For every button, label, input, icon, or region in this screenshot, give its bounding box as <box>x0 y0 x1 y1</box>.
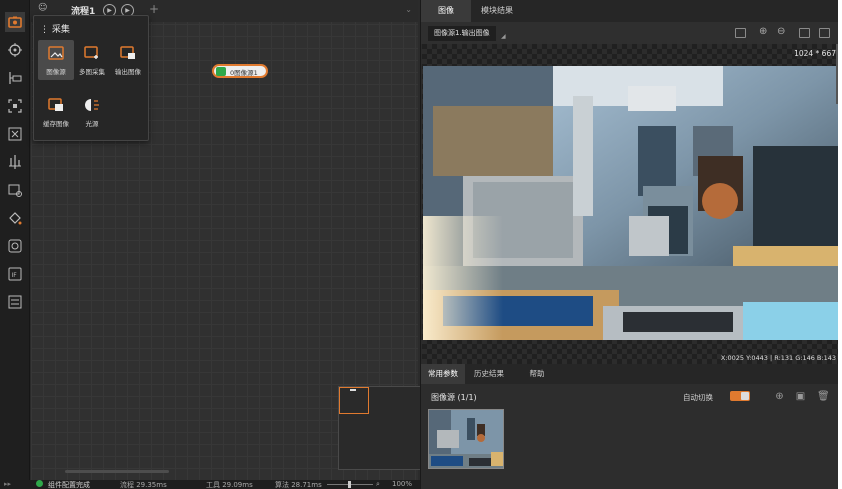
tool-light-source[interactable]: 光源 <box>74 92 110 132</box>
auto-switch-label: 自动切换 <box>683 393 713 402</box>
image-source-count: 图像源 (1/1) <box>431 393 477 402</box>
delete-icon[interactable]: 🗑 <box>817 391 830 402</box>
flow-time: 流程 29.35ms <box>120 481 167 489</box>
acquisition-tool-popup: ⋮ 采集 图像源 多图采集 输出图像 缓存图像 光源 <box>33 15 149 141</box>
cache-image-icon <box>48 98 63 111</box>
output-image-icon <box>120 46 135 59</box>
locate-tool-icon[interactable] <box>5 40 25 60</box>
right-panel: 图像 模块结果 图像源1.输出图像 ◢ ⊕ ⊖ 1024 * 667 X:002… <box>420 0 839 489</box>
status-bar: ▸▸ 组件配置完成 流程 29.35ms 工具 29.09ms 算法 28.71… <box>0 480 420 489</box>
fit-icon[interactable] <box>735 28 746 38</box>
dropdown-corner-icon: ◢ <box>501 33 506 40</box>
status-text: 组件配置完成 <box>48 481 90 489</box>
multi-image-icon <box>84 46 98 59</box>
factory-robot-image <box>423 66 839 340</box>
zoom-level: 100% <box>392 480 413 488</box>
image-process-tool-icon[interactable] <box>5 180 25 200</box>
tool-label: 图像源 <box>46 68 66 76</box>
communication-tool-icon[interactable] <box>5 292 25 312</box>
expand-icon[interactable]: ▸▸ <box>4 480 11 488</box>
tool-label: 缓存图像 <box>43 120 69 128</box>
user-icon: ☺ <box>38 3 48 13</box>
measure-tool-icon[interactable] <box>5 68 25 88</box>
image-node-icon <box>216 67 226 76</box>
image-thumbnail[interactable] <box>428 409 504 469</box>
align-tool-icon[interactable] <box>5 152 25 172</box>
chevron-down-icon[interactable]: ⌄ <box>405 5 412 14</box>
tool-strip: IF <box>0 0 30 480</box>
image-source-node[interactable]: 0图像源1 <box>212 64 268 78</box>
minimap-node <box>350 389 356 391</box>
algo-time: 算法 28.71ms <box>275 481 322 489</box>
tab-image[interactable]: 图像 <box>421 0 471 22</box>
node-label: 0图像源1 <box>230 69 258 77</box>
defect-tool-icon[interactable] <box>5 236 25 256</box>
auto-switch-toggle[interactable] <box>730 391 750 401</box>
tool-time: 工具 29.09ms <box>206 481 253 489</box>
zoom-slider-handle[interactable] <box>348 481 351 488</box>
tool-multi-image[interactable]: 多图采集 <box>74 40 110 80</box>
tool-output-image[interactable]: 输出图像 <box>110 40 146 80</box>
add-flow-button[interactable]: + <box>149 2 159 16</box>
tool-cache-image[interactable]: 缓存图像 <box>38 92 74 132</box>
image-viewer[interactable]: 1024 * 667 X:0025 Y:0443 | R:131 G:146 B… <box>422 44 839 364</box>
light-source-icon <box>85 99 99 111</box>
fullscreen-icon[interactable] <box>819 28 830 38</box>
folder-icon[interactable]: ▣ <box>795 391 806 402</box>
camera-tool-icon[interactable] <box>5 12 25 32</box>
svg-text:IF: IF <box>12 272 18 279</box>
image-source-icon <box>48 46 64 60</box>
image-toolbar: 图像源1.输出图像 ◢ ⊕ ⊖ <box>421 22 839 44</box>
canvas-horizontal-scrollbar[interactable] <box>65 470 169 473</box>
run-status-icon <box>36 480 43 487</box>
logic-if-tool-icon[interactable]: IF <box>5 264 25 284</box>
zoom-out-icon[interactable]: ⊖ <box>777 26 785 37</box>
app-window: IF ☺ 流程1 ▶ ▶ + ⌄ 0图像源1 ⇲ ⋮ 采集 <box>0 0 839 489</box>
tool-label: 多图采集 <box>79 68 105 76</box>
tool-label: 输出图像 <box>115 68 141 76</box>
minimap-viewport[interactable] <box>339 387 369 414</box>
popup-title: ⋮ 采集 <box>40 25 70 35</box>
pixel-info: X:0025 Y:0443 | R:131 G:146 B:143 <box>720 354 836 362</box>
image-size: 1024 * 667 <box>794 49 836 58</box>
tab-history[interactable]: 历史结果 <box>467 364 511 384</box>
tool-image-source[interactable]: 图像源 <box>38 40 74 80</box>
color-tool-icon[interactable] <box>5 208 25 228</box>
toggle-knob <box>741 392 749 400</box>
recognition-tool-icon[interactable] <box>5 96 25 116</box>
add-icon[interactable]: ⊕ <box>774 391 785 402</box>
tab-module-result[interactable]: 模块结果 <box>471 0 523 22</box>
image-source-select[interactable]: 图像源1.输出图像 <box>428 26 496 41</box>
image-tab-bar: 图像 模块结果 <box>421 0 839 22</box>
tab-help[interactable]: 帮助 <box>515 364 559 384</box>
params-panel: 图像源 (1/1) 自动切换 ⊕ ▣ 🗑 <box>421 384 839 489</box>
tool-label: 光源 <box>85 120 99 128</box>
tab-common-params[interactable]: 常用参数 <box>421 364 465 384</box>
window-edge <box>838 0 842 489</box>
zoom-in-icon[interactable]: ⊕ <box>759 26 767 37</box>
search-icon[interactable]: ⌕ <box>376 480 380 489</box>
calibration-tool-icon[interactable] <box>5 124 25 144</box>
params-tab-bar: 常用参数 历史结果 帮助 <box>421 364 839 384</box>
actual-size-icon[interactable] <box>799 28 810 38</box>
